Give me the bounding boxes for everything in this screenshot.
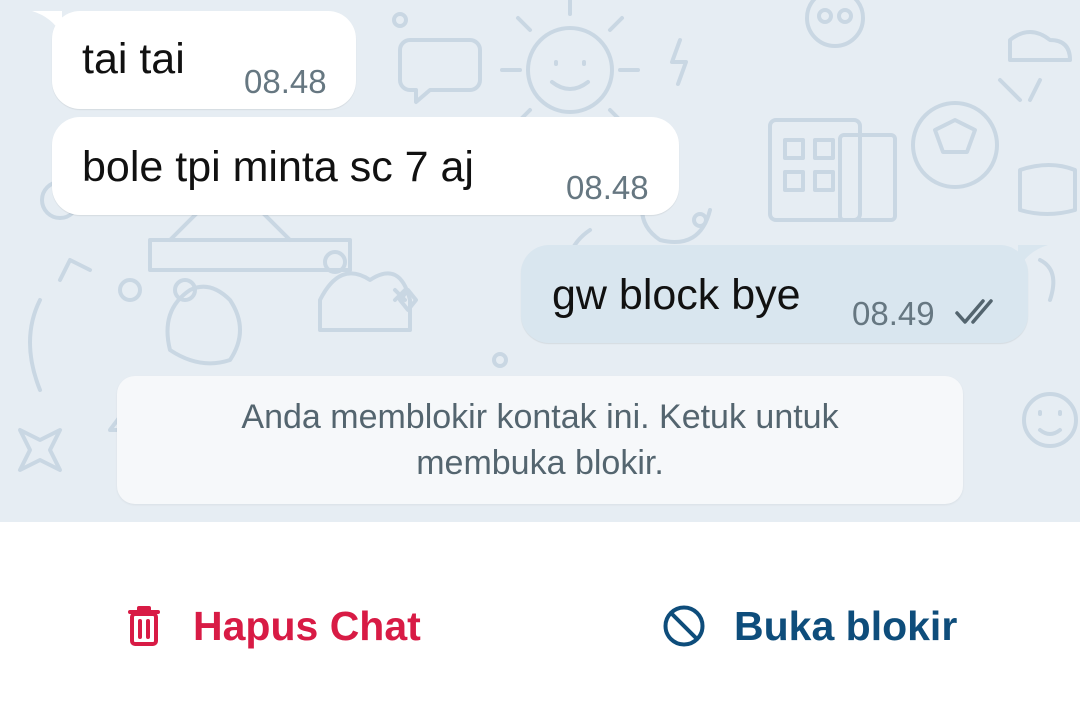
bubble-tail [1018,245,1048,269]
message-text: tai tai [82,35,185,83]
message-time: 08.48 [566,169,649,206]
unblock-label: Buka blokir [734,602,958,649]
message-bubble[interactable]: bole tpi minta sc 7 aj 08.48 [52,117,679,215]
blocked-notice-text: Anda memblokir kontak ini. Ketuk untuk m… [241,398,839,482]
message-text: bole tpi minta sc 7 aj [82,143,474,191]
delete-chat-button[interactable]: Hapus Chat [122,596,421,656]
blocked-notice[interactable]: Anda memblokir kontak ini. Ketuk untuk m… [117,376,963,504]
message-text: gw block bye [552,271,801,319]
trash-icon [128,606,160,646]
block-icon [663,605,705,647]
unblock-button[interactable]: Buka blokir [662,596,957,656]
double-check-icon [955,299,993,324]
message-time: 08.48 [244,63,327,100]
chat-area[interactable]: tai tai 08.48 bole tpi minta sc 7 aj 08.… [0,0,1080,522]
bubble-tail [32,11,62,35]
blocked-actions-bar: Hapus Chat Buka blokir [0,522,1080,714]
message-time: 08.49 [852,295,935,332]
message-bubble[interactable]: tai tai 08.48 [52,11,356,109]
message-bubble-outgoing[interactable]: gw block bye 08.49 [521,245,1028,343]
delete-chat-label: Hapus Chat [193,602,421,649]
